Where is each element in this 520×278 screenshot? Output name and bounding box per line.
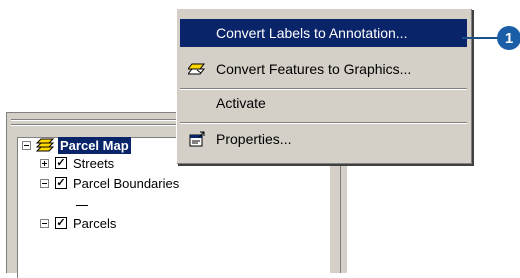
toc-data-frame-row[interactable]: Parcel Map — [22, 136, 131, 154]
layers-icon — [35, 138, 55, 152]
collapse-toggle[interactable] — [40, 178, 49, 188]
toc-layer-row[interactable]: ✓ Streets — [40, 154, 114, 172]
expand-toggle[interactable] — [40, 158, 49, 168]
menu-separator — [180, 122, 467, 124]
layer-visibility-checkbox[interactable]: ✓ — [55, 177, 67, 189]
toc-layer-row[interactable]: ✓ Parcel Boundaries — [40, 174, 179, 192]
layer-visibility-checkbox[interactable]: ✓ — [55, 217, 67, 229]
menu-item-label: Convert Features to Graphics... — [216, 61, 412, 77]
menu-item-label: Properties... — [216, 131, 292, 147]
step-callout-badge: 1 — [497, 26, 520, 50]
menu-item-label: Convert Labels to Annotation... — [216, 25, 408, 41]
toc-layer-row[interactable]: ✓ Parcels — [40, 214, 116, 232]
layer-label[interactable]: Parcel Boundaries — [73, 176, 179, 191]
callout-leader-line — [462, 37, 498, 39]
menu-item-properties[interactable]: Properties... — [180, 125, 467, 153]
menu-item-activate[interactable]: Activate — [180, 89, 467, 117]
line-symbol-icon — [76, 205, 88, 206]
menu-item-convert-labels[interactable]: Convert Labels to Annotation... — [180, 19, 467, 47]
convert-features-icon — [188, 63, 206, 75]
collapse-toggle[interactable] — [40, 218, 49, 228]
layer-label[interactable]: Parcels — [73, 216, 116, 231]
layer-visibility-checkbox[interactable]: ✓ — [55, 157, 67, 169]
properties-icon — [189, 131, 205, 147]
context-menu: Convert Labels to Annotation... Convert … — [176, 8, 472, 164]
layer-label[interactable]: Streets — [73, 156, 114, 171]
collapse-toggle[interactable] — [22, 140, 31, 150]
menu-item-convert-features[interactable]: Convert Features to Graphics... — [180, 55, 467, 83]
menu-item-label: Activate — [216, 95, 266, 111]
data-frame-label[interactable]: Parcel Map — [58, 136, 131, 154]
